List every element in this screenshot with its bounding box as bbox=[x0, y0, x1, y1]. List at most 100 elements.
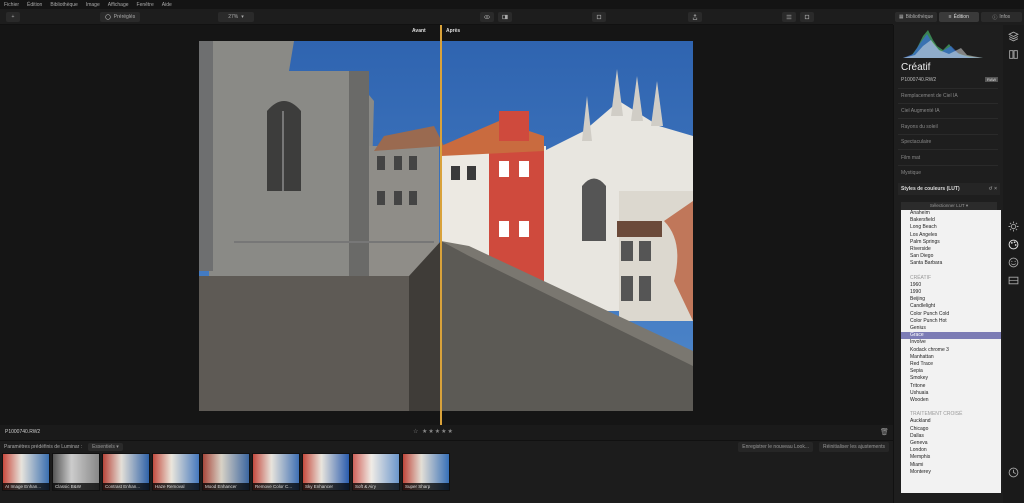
lut-option[interactable]: Beijing bbox=[901, 296, 1001, 303]
histogram bbox=[903, 30, 983, 58]
preset-thumb[interactable]: Mood Enhancer bbox=[202, 453, 250, 491]
image-canvas[interactable]: Avant Après bbox=[0, 25, 893, 425]
preset-label: Super Sharp bbox=[403, 483, 449, 490]
compare-split-handle[interactable] bbox=[440, 25, 442, 425]
layers-icon[interactable] bbox=[1008, 31, 1019, 42]
lut-option[interactable]: Miami bbox=[901, 462, 1001, 469]
reset-adjustments-button[interactable]: Réinitialiser les ajustements bbox=[819, 442, 889, 452]
lut-option[interactable]: Memphis bbox=[901, 454, 1001, 461]
rating-stars[interactable]: ☆ ★★★★★ bbox=[413, 428, 454, 435]
compare-button[interactable] bbox=[498, 12, 512, 22]
preset-label: Remove Color C... bbox=[253, 483, 299, 490]
preset-thumb[interactable]: Sky Enhancer bbox=[302, 453, 350, 491]
lut-option[interactable]: Santa Barbara bbox=[901, 260, 1001, 267]
tab-library-label: Bibliothèque bbox=[905, 14, 934, 20]
lut-select-dropdown[interactable]: Sélectionner LUT ▾ bbox=[901, 202, 997, 210]
lut-dropdown-list[interactable]: Anaheim Bakersfield Long Beach Los Angeles P… bbox=[901, 210, 1001, 493]
menu-window[interactable]: Fenêtre bbox=[137, 2, 154, 8]
tool-matte-film[interactable]: Film mat bbox=[901, 155, 996, 161]
menu-view[interactable]: Affichage bbox=[108, 2, 129, 8]
face-icon[interactable] bbox=[1008, 257, 1019, 268]
lut-option[interactable]: Red Trace bbox=[901, 361, 1001, 368]
tab-info[interactable]: ⓘ Infos bbox=[980, 12, 1022, 22]
save-look-button[interactable]: Enregistrer le nouveau Look... bbox=[738, 442, 814, 452]
presets-strip: Paramètres prédéfinis de Luminar : Essen… bbox=[0, 440, 893, 503]
lut-option[interactable]: Chicago bbox=[901, 426, 1001, 433]
preset-label: Mood Enhancer bbox=[203, 483, 249, 490]
lut-option[interactable]: Sepia bbox=[901, 368, 1001, 375]
preset-thumb[interactable]: Super Sharp bbox=[402, 453, 450, 491]
lut-option[interactable]: Anaheim bbox=[901, 210, 1001, 217]
lut-option[interactable]: Wooden bbox=[901, 397, 1001, 404]
preset-thumb[interactable]: Classic B&W bbox=[52, 453, 100, 491]
presets-button[interactable]: Préréglés bbox=[100, 12, 140, 22]
sliders-icon: ≡ bbox=[948, 14, 952, 20]
menu-help[interactable]: Aide bbox=[162, 2, 172, 8]
fullscreen-button[interactable] bbox=[800, 12, 814, 22]
lut-option[interactable]: Grace bbox=[901, 332, 1001, 340]
presets-header: Paramètres prédéfinis de Luminar : Essen… bbox=[4, 443, 123, 451]
tool-sky-replacement[interactable]: Remplacement de Ciel IA bbox=[901, 93, 996, 99]
tab-edit[interactable]: ≡ Édition bbox=[939, 12, 979, 22]
section-controls-icon[interactable]: ↺ × bbox=[989, 186, 998, 192]
lut-option[interactable]: Color Punch Cold bbox=[901, 311, 1001, 318]
lut-option[interactable]: San Diego bbox=[901, 253, 1001, 260]
lut-option[interactable]: 1960 bbox=[901, 282, 1001, 289]
lut-option[interactable]: Bakersfield bbox=[901, 217, 1001, 224]
menu-library[interactable]: Bibliothèque bbox=[50, 2, 78, 8]
zoom-select[interactable]: 27% ▾ bbox=[218, 12, 254, 22]
trash-icon[interactable]: 🗑 bbox=[880, 428, 889, 436]
lut-option[interactable]: 1990 bbox=[901, 289, 1001, 296]
lut-option[interactable]: Tritone bbox=[901, 383, 1001, 390]
lut-group-header: TRAITEMENT CROISÉ bbox=[910, 411, 963, 418]
lut-option[interactable]: Candlelight bbox=[901, 303, 1001, 310]
add-photos-button[interactable]: + bbox=[6, 12, 20, 22]
lut-option[interactable]: London bbox=[901, 447, 1001, 454]
lut-option[interactable]: Color Punch Hot bbox=[901, 318, 1001, 325]
lut-option[interactable]: Geneva bbox=[901, 440, 1001, 447]
menu-edit[interactable]: Édition bbox=[27, 2, 42, 8]
tool-sunrays[interactable]: Rayons du soleil bbox=[901, 124, 996, 130]
preset-thumb[interactable]: Haze Removal bbox=[152, 453, 200, 491]
menu-file[interactable]: Fichier bbox=[4, 2, 19, 8]
lut-option[interactable]: Riverside bbox=[901, 246, 1001, 253]
lut-option[interactable]: Auckland bbox=[901, 418, 1001, 425]
canvas-icon[interactable] bbox=[1008, 49, 1019, 60]
tool-augmented-sky[interactable]: Ciel Augmenté IA bbox=[901, 108, 996, 114]
preset-thumb[interactable]: AI Image Enhan... bbox=[2, 453, 50, 491]
divider bbox=[898, 88, 998, 89]
tool-dramatic[interactable]: Spectaculaire bbox=[901, 139, 996, 145]
lut-option[interactable]: Palm Springs bbox=[901, 239, 1001, 246]
plus-icon: + bbox=[11, 14, 15, 20]
list-icon bbox=[786, 14, 792, 20]
pro-tools-icon[interactable] bbox=[1008, 275, 1019, 286]
preset-thumb[interactable]: Soft & Airy bbox=[352, 453, 400, 491]
lut-option[interactable]: Los Angeles bbox=[901, 232, 1001, 239]
lut-option[interactable]: Smokey bbox=[901, 375, 1001, 382]
lut-option[interactable]: Dallas bbox=[901, 433, 1001, 440]
sun-icon[interactable] bbox=[1008, 221, 1019, 232]
lut-option[interactable]: Involve bbox=[901, 339, 1001, 346]
lut-spacer bbox=[901, 268, 1001, 275]
history-icon[interactable] bbox=[1008, 467, 1019, 478]
palette-icon[interactable] bbox=[1008, 239, 1019, 250]
presets-icon bbox=[105, 14, 111, 20]
preset-thumb[interactable]: Contrast Enhan... bbox=[102, 453, 150, 491]
crop-button[interactable] bbox=[592, 12, 606, 22]
tab-library[interactable]: ▦ Bibliothèque bbox=[895, 12, 937, 22]
preset-thumb[interactable]: Remove Color C... bbox=[252, 453, 300, 491]
lut-option[interactable]: Manhattan bbox=[901, 354, 1001, 361]
photo-preview[interactable] bbox=[199, 41, 693, 411]
menu-image[interactable]: Image bbox=[86, 2, 100, 8]
export-button[interactable] bbox=[688, 12, 702, 22]
lut-option[interactable]: Monterey bbox=[901, 469, 1001, 476]
tool-mystical[interactable]: Mystique bbox=[901, 170, 996, 176]
lut-option[interactable]: Kodack chrome 3 bbox=[901, 347, 1001, 354]
lut-section-header[interactable]: Styles de couleurs (LUT) ↺ × bbox=[898, 183, 1000, 195]
single-view-button[interactable] bbox=[782, 12, 796, 22]
presets-filter-dropdown[interactable]: Essentiels ▾ bbox=[88, 443, 123, 451]
eye-preview-button[interactable] bbox=[480, 12, 494, 22]
lut-option[interactable]: Ushuaia bbox=[901, 390, 1001, 397]
lut-option[interactable]: Long Beach bbox=[901, 224, 1001, 231]
lut-option[interactable]: Genius bbox=[901, 325, 1001, 332]
